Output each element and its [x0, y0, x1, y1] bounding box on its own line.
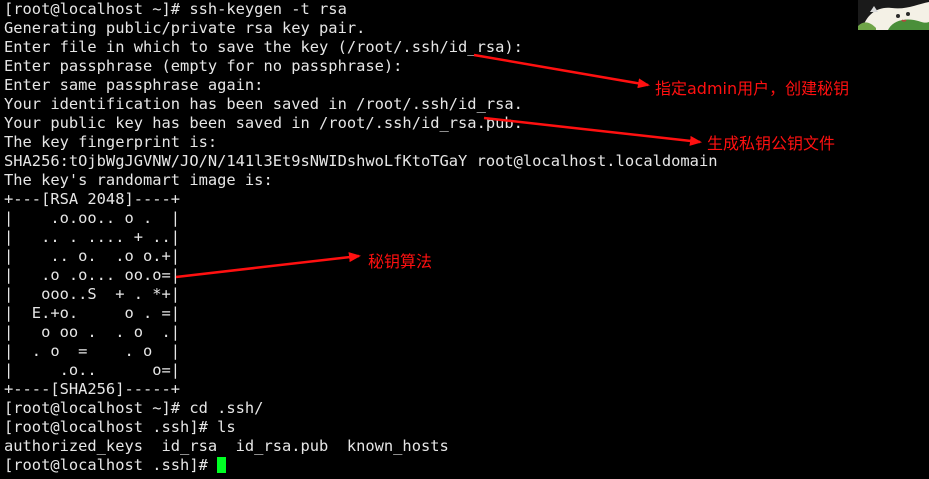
terminal-window[interactable]: [root@localhost ~]# ssh-keygen -t rsa Ge… — [0, 0, 929, 479]
fingerprint-line: SHA256:tOjbWgJGVNW/JO/N/141l3Et9sNWIDshw… — [4, 152, 718, 170]
randomart-line: | E.+o. o . =| — [4, 304, 181, 322]
randomart-line: | ooo..S + . *+| — [4, 285, 181, 303]
cursor — [217, 457, 227, 473]
randomart-line: +----[SHA256]-----+ — [4, 380, 181, 398]
terminal-line: Generating public/private rsa key pair. — [4, 19, 366, 37]
terminal-line: [root@localhost ~]# ssh-keygen -t rsa — [4, 0, 347, 18]
randomart-line: | .. o. .o o.+| — [4, 247, 181, 265]
randomart-line: | o oo . . o .| — [4, 323, 181, 341]
terminal-line: Enter file in which to save the key (/ro… — [4, 38, 523, 56]
current-prompt-line[interactable]: [root@localhost .ssh]# — [4, 456, 717, 475]
terminal-line: The key's randomart image is: — [4, 171, 273, 189]
randomart-line: | .. . .... + ..| — [4, 228, 181, 246]
randomart-line: | .o.oo.. o . | — [4, 209, 181, 227]
annotation-label-key-files: 生成私钥公钥文件 — [707, 134, 836, 153]
terminal-line: Your public key has been saved in /root/… — [4, 114, 523, 132]
terminal-line: Enter passphrase (empty for no passphras… — [4, 57, 403, 75]
terminal-output: [root@localhost ~]# ssh-keygen -t rsa Ge… — [4, 0, 717, 475]
randomart-line: | . o = . o | — [4, 342, 181, 360]
shell-prompt: [root@localhost .ssh]# — [4, 456, 218, 474]
randomart-line: | .o .o... oo.o=| — [4, 266, 181, 284]
annotation-label-create-key: 指定admin用户，创建秘钥 — [655, 79, 850, 98]
terminal-line: The key fingerprint is: — [4, 133, 218, 151]
randomart-line: +---[RSA 2048]----+ — [4, 190, 181, 208]
terminal-line: [root@localhost ~]# cd .ssh/ — [4, 399, 264, 417]
annotation-label-algorithm: 秘钥算法 — [368, 252, 433, 271]
terminal-line: Your identification has been saved in /r… — [4, 95, 523, 113]
terminal-line: authorized_keys id_rsa id_rsa.pub known_… — [4, 437, 449, 455]
corner-sticker-image — [858, 0, 929, 30]
terminal-line: Enter same passphrase again: — [4, 76, 264, 94]
terminal-line: [root@localhost .ssh]# ls — [4, 418, 236, 436]
randomart-line: | .o.. o=| — [4, 361, 181, 379]
